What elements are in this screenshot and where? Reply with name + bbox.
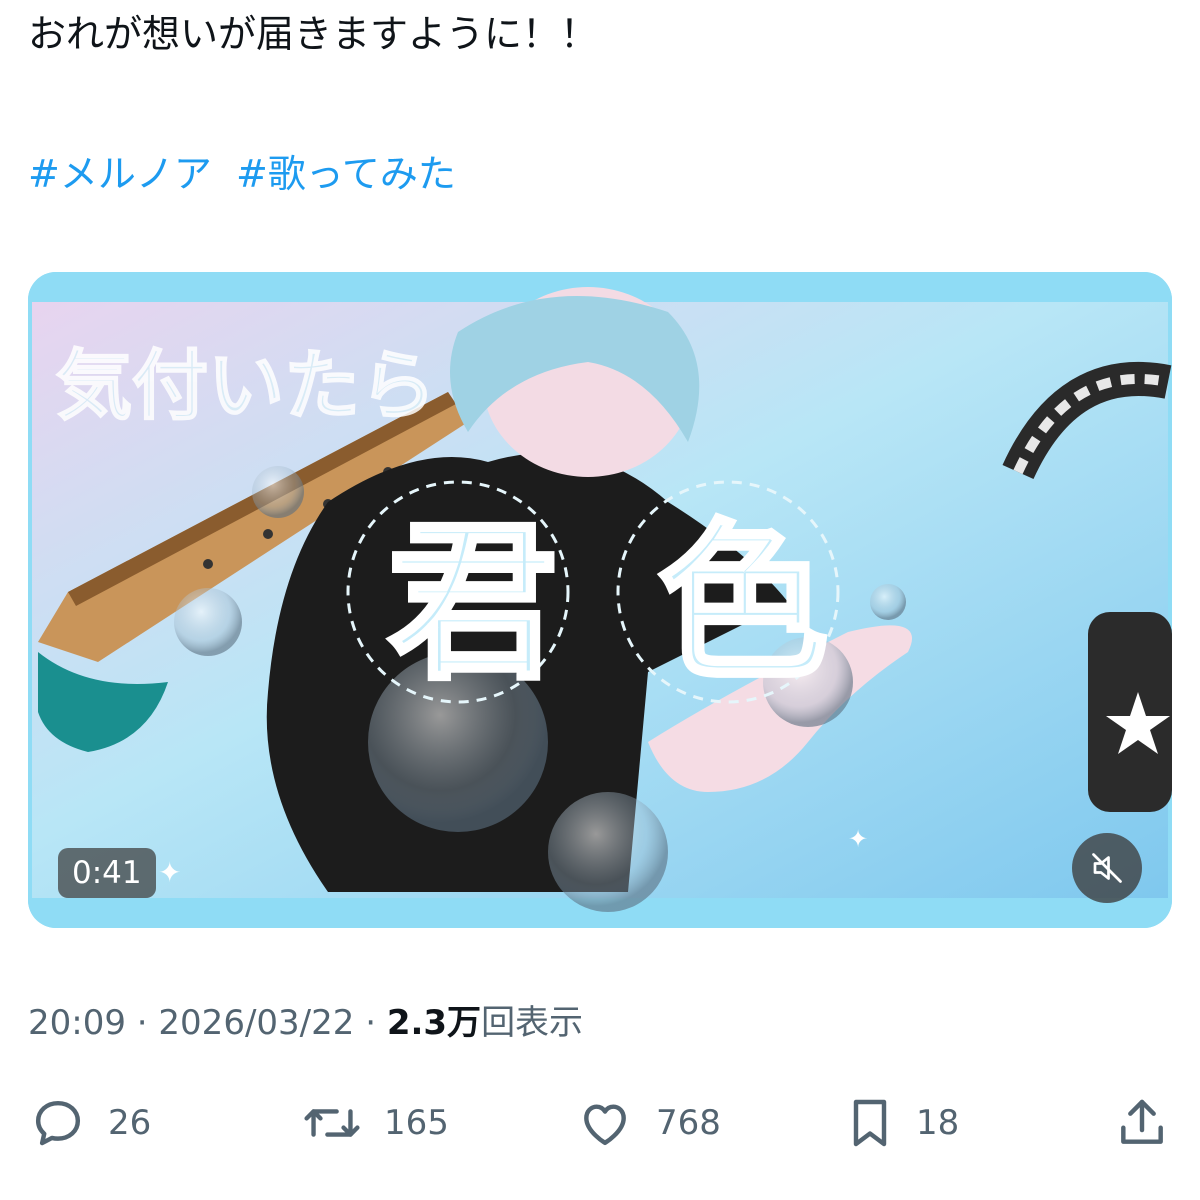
reply-button[interactable]: 26 xyxy=(30,1088,151,1158)
meta-separator: · xyxy=(136,1003,148,1043)
hashtag-link-1[interactable]: #メルノア xyxy=(28,152,212,196)
bookmark-count: 18 xyxy=(916,1103,960,1143)
bookmark-icon xyxy=(853,1099,887,1147)
retweet-icon xyxy=(304,1109,360,1137)
thumbnail-artwork: ✦ ✦ 気付いたら 君 色 xyxy=(28,272,1172,928)
bookmark-button[interactable]: 18 xyxy=(846,1088,959,1158)
tweet-actions: 26 165 768 18 xyxy=(0,1088,1200,1158)
mute-button[interactable] xyxy=(1072,833,1142,903)
hashtag-link-2[interactable]: #歌ってみた xyxy=(236,152,456,196)
like-button[interactable]: 768 xyxy=(576,1088,721,1158)
video-duration-badge: 0:41 xyxy=(58,848,156,898)
hashtags: #メルノア #歌ってみた xyxy=(28,148,468,200)
share-icon xyxy=(1121,1099,1163,1144)
thumbnail-title-small: 気付いたら xyxy=(56,341,436,430)
reply-icon xyxy=(35,1100,81,1146)
meta-separator: · xyxy=(365,1003,377,1043)
tweet-time[interactable]: 20:09 xyxy=(28,1003,126,1043)
tweet: おれが想いが届きますように！！ #メルノア #歌ってみた ✦ ✦ 気付いたら 君… xyxy=(0,0,1200,1200)
tweet-meta: 20:09 · 2026/03/22 · 2.3万回表示 xyxy=(28,1000,583,1046)
tweet-text: おれが想いが届きますように！！ xyxy=(28,12,599,56)
retweet-button[interactable]: 165 xyxy=(302,1088,449,1158)
svg-text:✦: ✦ xyxy=(848,825,868,853)
video-thumbnail[interactable]: ✦ ✦ 気付いたら 君 色 xyxy=(28,272,1172,928)
retweet-count: 165 xyxy=(384,1103,449,1143)
heart-icon xyxy=(584,1104,626,1146)
speaker-muted-icon xyxy=(1092,853,1122,883)
thumbnail-title-big-2: 色 xyxy=(658,505,828,703)
reply-count: 26 xyxy=(108,1103,152,1143)
views-count: 2.3万 xyxy=(386,1003,482,1043)
thumbnail-title-big-1: 君 xyxy=(388,505,558,703)
views-label: 回表示 xyxy=(481,1003,584,1043)
share-button[interactable] xyxy=(1116,1088,1168,1158)
svg-text:✦: ✦ xyxy=(158,856,181,889)
like-count: 768 xyxy=(656,1103,721,1143)
tweet-date[interactable]: 2026/03/22 xyxy=(158,1003,354,1043)
